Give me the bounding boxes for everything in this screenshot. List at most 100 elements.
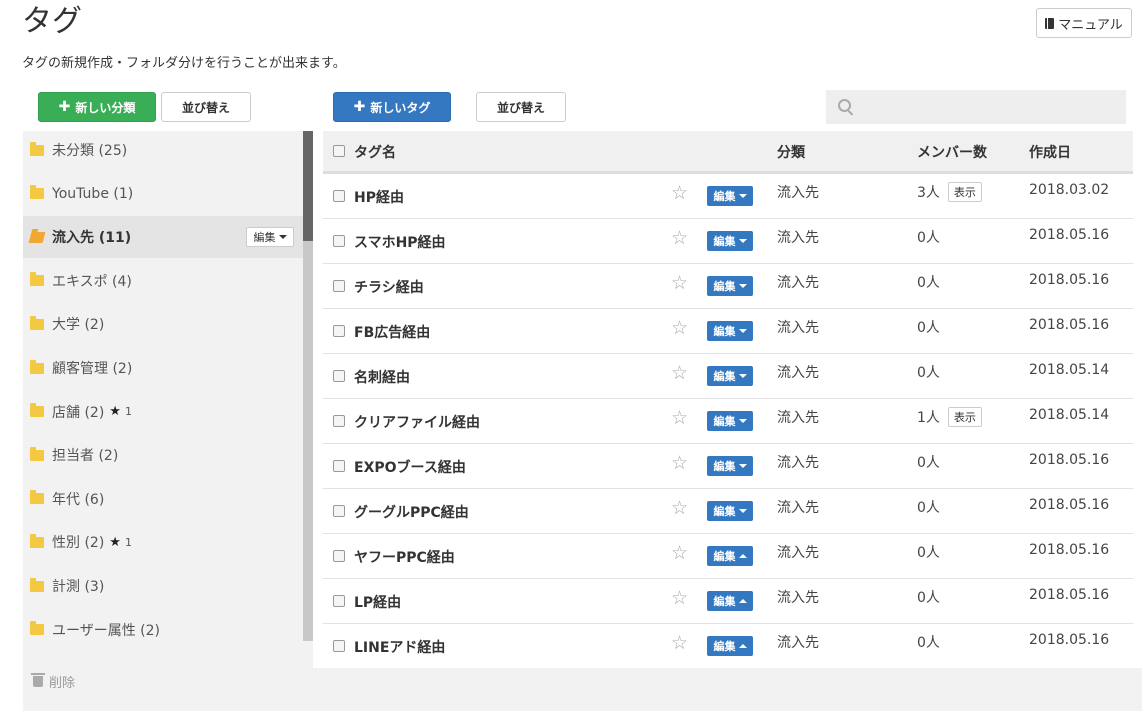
member-count-cell: 1人 表示 xyxy=(917,407,982,427)
star-outline-icon[interactable]: ☆ xyxy=(671,454,688,473)
tag-edit-button[interactable]: 編集 xyxy=(707,591,753,611)
row-checkbox[interactable] xyxy=(333,595,345,607)
tag-name[interactable]: スマホHP経由 xyxy=(354,232,446,252)
star-outline-icon[interactable]: ☆ xyxy=(671,409,688,428)
tag-category: 流入先 xyxy=(777,185,819,201)
member-count: 3人 xyxy=(917,185,940,201)
tag-edit-button[interactable]: 編集 xyxy=(707,321,753,341)
caret-down-icon xyxy=(738,374,747,378)
created-date: 2018.05.16 xyxy=(1029,452,1110,468)
search-input[interactable] xyxy=(826,90,1126,124)
created-date: 2018.05.16 xyxy=(1029,542,1110,558)
row-checkbox[interactable] xyxy=(333,190,345,202)
tag-name[interactable]: LINEアド経由 xyxy=(354,637,445,657)
show-members-button[interactable]: 表示 xyxy=(947,182,982,202)
tag-name[interactable]: ヤフーPPC経由 xyxy=(354,547,455,567)
tag-edit-button[interactable]: 編集 xyxy=(707,636,753,656)
row-checkbox[interactable] xyxy=(333,415,345,427)
folder-icon xyxy=(30,359,44,374)
folder-icon xyxy=(30,577,44,592)
sidebar-item-label: 年代 (6) xyxy=(52,491,105,508)
star-outline-icon[interactable]: ☆ xyxy=(671,229,688,248)
tag-edit-label: 編集 xyxy=(713,640,736,653)
sidebar-item[interactable]: 店舗 (2) ★ 1 xyxy=(23,391,303,433)
sidebar-item[interactable]: 未分類 (25) xyxy=(23,129,303,171)
tag-edit-button[interactable]: 編集 xyxy=(707,456,753,476)
tag-edit-button[interactable]: 編集 xyxy=(707,501,753,521)
tag-edit-label: 編集 xyxy=(713,325,736,338)
table-row: LP経由 ☆ 編集 流入先 0人 2018.05.16 xyxy=(323,579,1133,624)
manual-button[interactable]: マニュアル xyxy=(1036,8,1132,38)
member-count: 0人 xyxy=(917,320,940,336)
member-count: 0人 xyxy=(917,230,940,246)
caret-down-icon xyxy=(738,284,747,288)
new-category-button[interactable]: ✚ 新しい分類 xyxy=(38,92,156,122)
table-row: グーグルPPC経由 ☆ 編集 流入先 0人 2018.05.16 xyxy=(323,489,1133,534)
star-outline-icon[interactable]: ☆ xyxy=(671,544,688,563)
tag-edit-button[interactable]: 編集 xyxy=(707,276,753,296)
star-outline-icon[interactable]: ☆ xyxy=(671,499,688,518)
tag-category: 流入先 xyxy=(777,500,819,516)
folder-icon xyxy=(30,185,44,200)
sidebar-scrollbar-thumb[interactable] xyxy=(303,131,313,241)
new-tag-button[interactable]: ✚ 新しいタグ xyxy=(333,92,451,122)
sort-tags-button[interactable]: 並び替え xyxy=(476,92,566,122)
star-outline-icon[interactable]: ☆ xyxy=(671,184,688,203)
header-category: 分類 xyxy=(777,145,805,161)
member-count-cell: 0人 xyxy=(917,632,940,652)
tag-edit-button[interactable]: 編集 xyxy=(707,411,753,431)
created-date: 2018.05.16 xyxy=(1029,317,1110,333)
star-outline-icon[interactable]: ☆ xyxy=(671,319,688,338)
row-checkbox[interactable] xyxy=(333,640,345,652)
tag-name[interactable]: HP経由 xyxy=(354,187,404,207)
star-outline-icon[interactable]: ☆ xyxy=(671,364,688,383)
tag-name[interactable]: チラシ経由 xyxy=(354,277,424,297)
tag-edit-button[interactable]: 編集 xyxy=(707,186,753,206)
tag-edit-button[interactable]: 編集 xyxy=(707,366,753,386)
star-outline-icon[interactable]: ☆ xyxy=(671,274,688,293)
tag-name[interactable]: FB広告経由 xyxy=(354,322,430,342)
star-outline-icon[interactable]: ☆ xyxy=(671,634,688,653)
sidebar-item[interactable]: 計測 (3) xyxy=(23,565,303,607)
sidebar-item[interactable]: ユーザー属性 (2) xyxy=(23,609,303,651)
tag-category: 流入先 xyxy=(777,365,819,381)
sidebar-item[interactable]: 性別 (2) ★ 1 xyxy=(23,521,303,563)
tag-category: 流入先 xyxy=(777,275,819,291)
show-members-button[interactable]: 表示 xyxy=(947,407,982,427)
tag-name[interactable]: クリアファイル経由 xyxy=(354,412,480,432)
folder-icon xyxy=(30,446,44,461)
tag-category: 流入先 xyxy=(777,590,819,606)
sort-categories-button[interactable]: 並び替え xyxy=(161,92,251,122)
row-checkbox[interactable] xyxy=(333,325,345,337)
sidebar-item[interactable]: エキスポ (4) xyxy=(23,260,303,302)
tag-name[interactable]: グーグルPPC経由 xyxy=(354,502,469,522)
row-checkbox[interactable] xyxy=(333,280,345,292)
tag-edit-label: 編集 xyxy=(713,550,736,563)
member-count: 0人 xyxy=(917,545,940,561)
delete-link[interactable]: 削除 xyxy=(31,672,75,691)
select-all-checkbox[interactable] xyxy=(333,145,345,157)
sidebar-item-label: 性別 (2) xyxy=(52,535,105,552)
category-edit-button[interactable]: 編集 xyxy=(246,227,294,248)
row-checkbox[interactable] xyxy=(333,235,345,247)
row-checkbox[interactable] xyxy=(333,550,345,562)
tag-edit-button[interactable]: 編集 xyxy=(707,231,753,251)
sidebar-item[interactable]: 流入先 (11) 編集 xyxy=(23,216,303,259)
sidebar-item[interactable]: YouTube (1) xyxy=(23,173,303,215)
star-outline-icon[interactable]: ☆ xyxy=(671,589,688,608)
sidebar-item-label: 流入先 (11) xyxy=(52,230,132,247)
row-checkbox[interactable] xyxy=(333,505,345,517)
tag-name[interactable]: EXPOブース経由 xyxy=(354,457,466,477)
sidebar-item[interactable]: 担当者 (2) xyxy=(23,434,303,476)
manual-label: マニュアル xyxy=(1058,17,1123,33)
sidebar-item[interactable]: 年代 (6) xyxy=(23,478,303,520)
row-checkbox[interactable] xyxy=(333,460,345,472)
row-checkbox[interactable] xyxy=(333,370,345,382)
tag-name[interactable]: LP経由 xyxy=(354,592,401,612)
sidebar-item[interactable]: 顧客管理 (2) xyxy=(23,347,303,389)
sidebar-item[interactable]: 大学 (2) xyxy=(23,303,303,345)
caret-down-icon xyxy=(738,464,747,468)
plus-icon: ✚ xyxy=(58,99,71,115)
tag-edit-button[interactable]: 編集 xyxy=(707,546,753,566)
tag-name[interactable]: 名刺経由 xyxy=(354,367,410,387)
